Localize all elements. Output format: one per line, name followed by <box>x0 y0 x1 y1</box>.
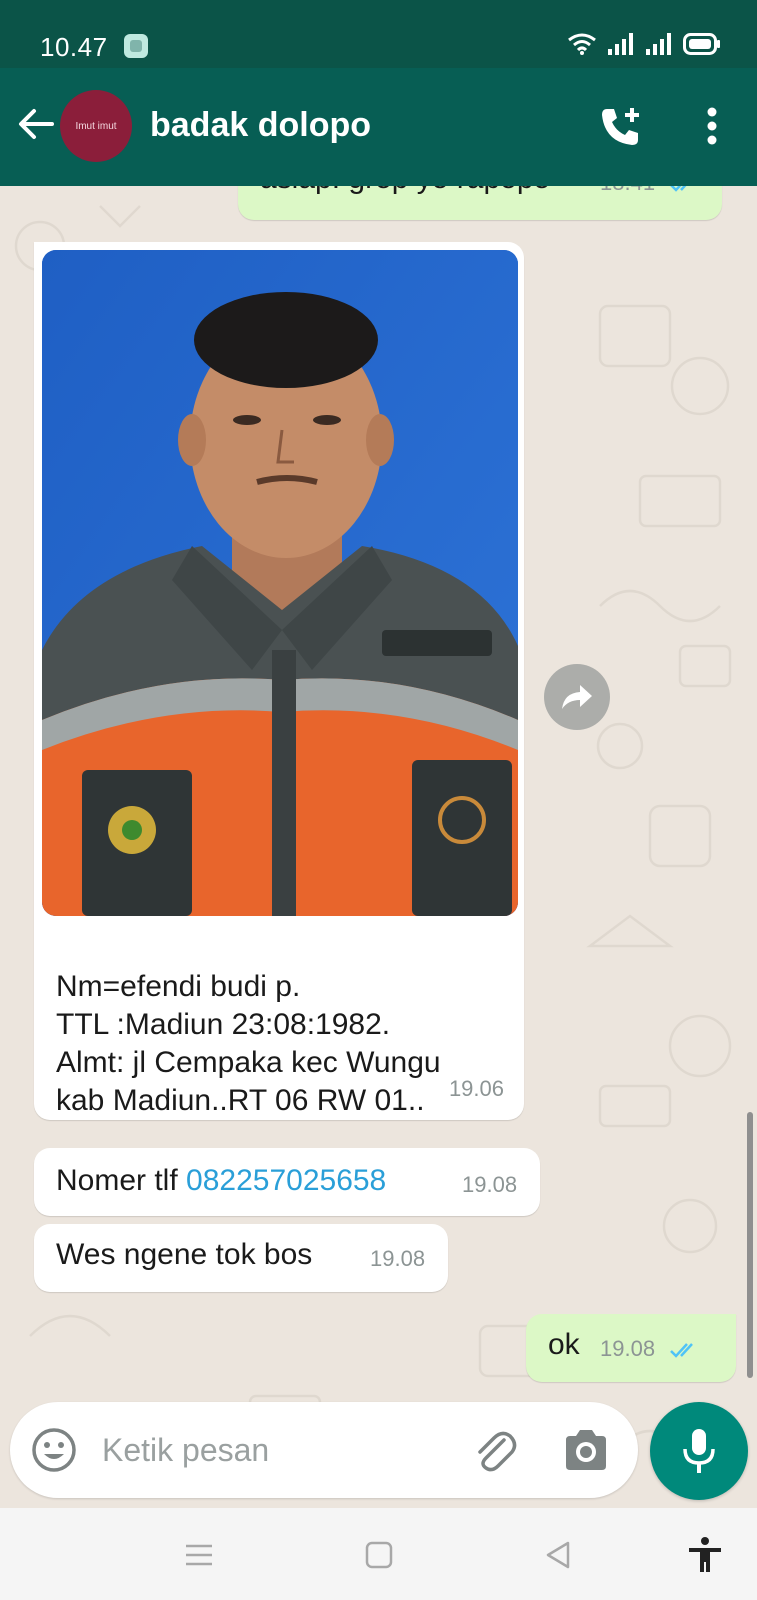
status-time: 10.47 <box>40 32 108 62</box>
message-text: ok <box>548 1328 580 1361</box>
message-photo[interactable] <box>42 250 518 916</box>
caption-line: Almt: jl Cempaka kec Wungu <box>56 1046 441 1079</box>
caption-line: kab Madiun..RT 06 RW 01.. <box>56 1084 425 1117</box>
message-text-label: Nomer tlf <box>56 1164 187 1197</box>
scrollbar[interactable] <box>747 1112 753 1378</box>
back-nav-icon[interactable] <box>542 1538 576 1572</box>
message-incoming[interactable]: Wes ngene tok bos 19.08 <box>34 1224 448 1292</box>
battery-icon <box>683 33 720 55</box>
caption-line: TTL :Madiun 23:08:1982. <box>56 1008 391 1041</box>
accessibility-icon[interactable] <box>686 1536 724 1574</box>
caption-line: Nm=efendi budi p. <box>56 970 301 1003</box>
chat-title[interactable]: badak dolopo <box>150 106 371 145</box>
mic-icon <box>683 1429 715 1473</box>
message-time: 19.08 <box>462 1172 518 1197</box>
attach-icon[interactable] <box>470 1426 518 1474</box>
menu-nav-icon[interactable] <box>182 1538 216 1572</box>
message-caption: Nm=efendi budi p. TTL :Madiun 23:08:1982… <box>56 968 441 1120</box>
message-text: Nomer tlf 082257025658 <box>56 1162 386 1200</box>
emoji-icon[interactable] <box>30 1426 78 1474</box>
read-ticks-icon <box>670 186 687 192</box>
message-time: 18.41 <box>600 186 701 196</box>
read-ticks-icon <box>670 1343 694 1358</box>
more-vert-icon[interactable] <box>700 106 724 146</box>
camera-icon[interactable] <box>562 1428 610 1472</box>
message-text: asiap. grop yo rapopo <box>260 186 550 198</box>
forward-icon <box>562 685 592 709</box>
status-icons <box>567 32 721 56</box>
message-outgoing[interactable]: ok 19.08 <box>526 1314 736 1382</box>
message-incoming[interactable]: Nomer tlf 082257025658 19.08 <box>34 1148 540 1216</box>
message-time-text: 19.08 <box>600 1336 656 1361</box>
message-incoming-image[interactable]: Nm=efendi budi p. TTL :Madiun 23:08:1982… <box>34 242 524 1120</box>
status-bar: 10.47 <box>0 0 757 68</box>
message-input-bar[interactable]: Ketik pesan <box>10 1402 638 1498</box>
chat-header: Imut imut badak dolopo <box>0 68 757 186</box>
message-outgoing[interactable]: asiap. grop yo rapopo 18.41 <box>238 186 722 220</box>
message-time: 19.08 <box>370 1246 426 1271</box>
message-text: Wes ngene tok bos <box>56 1238 313 1271</box>
avatar[interactable]: Imut imut <box>60 90 132 162</box>
avatar-text: Imut imut <box>75 120 117 132</box>
message-time-text: 18.41 <box>600 186 655 195</box>
system-nav-bar <box>0 1508 757 1600</box>
signal-icon-1 <box>608 33 633 55</box>
wifi-icon <box>568 33 596 55</box>
signal-icon-2 <box>646 33 671 55</box>
phone-link[interactable]: 082257025658 <box>186 1164 386 1197</box>
chat-area[interactable]: asiap. grop yo rapopo 18.41 <box>0 186 757 1508</box>
message-input[interactable]: Ketik pesan <box>102 1432 269 1469</box>
notification-icon <box>124 34 148 58</box>
message-time: 19.08 <box>600 1336 701 1362</box>
add-call-icon[interactable] <box>598 104 644 150</box>
message-time: 19.06 <box>448 1076 504 1101</box>
home-nav-icon[interactable] <box>362 1538 396 1572</box>
forward-button[interactable] <box>544 664 610 730</box>
mic-button[interactable] <box>650 1402 748 1500</box>
back-arrow-icon[interactable] <box>14 102 58 146</box>
person-photo <box>42 250 518 916</box>
